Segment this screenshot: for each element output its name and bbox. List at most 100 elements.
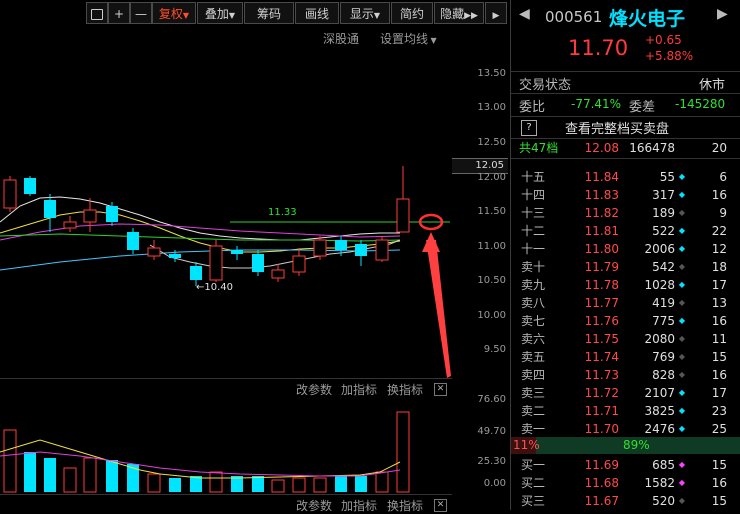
switch-indicator-link[interactable]: 换指标 [387, 381, 423, 398]
chips-button[interactable]: 筹码 [244, 2, 294, 24]
set-ma-label: 设置均线 [380, 32, 429, 46]
ratio-left-label: 11% [513, 438, 540, 452]
sell-row[interactable]: 卖十 11.79 542 ◆ 18 [511, 258, 740, 276]
level-count: 25 [711, 422, 727, 436]
draw-line-button[interactable]: 画线 [295, 2, 339, 24]
forward-icon[interactable]: ▶ [717, 6, 728, 22]
ma-line-green [0, 233, 401, 242]
level-volume: 1028 [644, 278, 675, 292]
sell-row[interactable]: 卖一 11.70 2476 ◆ 25 [511, 420, 740, 438]
level-count: 17 [711, 386, 727, 400]
level-volume: 769 [652, 350, 675, 364]
volume-tick: 49.70 [477, 426, 506, 437]
weibi-label: 委比 [519, 100, 546, 115]
diamond-icon: ◆ [678, 334, 686, 343]
set-ma-link[interactable]: 设置均线 ▼ [380, 30, 437, 47]
sell-row[interactable]: 十三 11.82 189 ◆ 9 [511, 204, 740, 222]
diamond-icon: ◆ [678, 280, 686, 289]
divider [0, 378, 452, 379]
sell-row[interactable]: 十一 11.80 2006 ◆ 12 [511, 240, 740, 258]
level-count: 22 [711, 224, 727, 238]
change-params-link-2[interactable]: 改参数 [296, 497, 332, 514]
highlight-arrow [426, 240, 451, 378]
level-count: 16 [711, 314, 727, 328]
sell-row[interactable]: 十五 11.84 55 ◆ 6 [511, 168, 740, 186]
level-volume: 2476 [644, 422, 675, 436]
price-change: +0.65 [645, 33, 682, 47]
sell-row[interactable]: 卖七 11.76 775 ◆ 16 [511, 312, 740, 330]
level-price: 11.68 [584, 476, 619, 490]
back-icon[interactable]: ◀ [519, 6, 530, 22]
level-price: 11.76 [584, 314, 619, 328]
level-price: 11.73 [584, 368, 619, 382]
zoom-out-button[interactable]: — [130, 2, 152, 24]
add-indicator-link[interactable]: 加指标 [341, 381, 377, 398]
caret-down-icon: ▼ [428, 36, 437, 45]
diamond-icon: ◆ [678, 406, 686, 415]
diamond-icon: ◆ [678, 208, 686, 217]
level-count: 16 [711, 476, 727, 490]
highlight-arrowhead [422, 232, 440, 252]
level-volume: 1582 [644, 476, 675, 490]
add-indicator-link-2[interactable]: 加指标 [341, 497, 377, 514]
diamond-icon: ◆ [678, 262, 686, 271]
sell-row[interactable]: 卖六 11.75 2080 ◆ 11 [511, 330, 740, 348]
level-volume: 2107 [644, 386, 675, 400]
close-icon[interactable]: ✕ [434, 499, 447, 512]
change-params-link[interactable]: 改参数 [296, 381, 332, 398]
level-name: 卖八 [521, 296, 546, 310]
level-price: 11.77 [584, 296, 619, 310]
level-count: 15 [711, 458, 727, 472]
hide-button[interactable]: 隐藏▶▶ [434, 2, 484, 24]
ratio-right-label: 89% [623, 438, 650, 452]
zoom-in-button[interactable]: + [108, 2, 130, 24]
level-volume: 520 [652, 494, 675, 508]
sell-row[interactable]: 十四 11.83 317 ◆ 16 [511, 186, 740, 204]
help-icon[interactable]: ? [521, 120, 537, 136]
level-name: 买一 [521, 458, 546, 472]
volume-ma-magenta [0, 451, 401, 477]
sell-row[interactable]: 卖八 11.77 419 ◆ 13 [511, 294, 740, 312]
sell-row[interactable]: 卖五 11.74 769 ◆ 15 [511, 348, 740, 366]
buy-row[interactable]: 买三 11.67 520 ◆ 15 [511, 492, 740, 510]
sell-row[interactable]: 十二 11.81 522 ◆ 22 [511, 222, 740, 240]
lock-button[interactable] [86, 2, 108, 24]
overlay-button[interactable]: 叠加▼ [197, 2, 243, 24]
caret-down-icon: ▼ [373, 11, 381, 20]
fuquan-button[interactable]: 复权▼ [152, 2, 196, 24]
expand-icon: ▶▶ [464, 11, 478, 21]
diamond-icon: ◆ [678, 244, 686, 253]
close-icon[interactable]: ✕ [434, 383, 447, 396]
level-name: 卖一 [521, 422, 546, 436]
volume-tick: 0.00 [483, 478, 506, 489]
level-volume: 828 [652, 368, 675, 382]
sell-row[interactable]: 卖九 11.78 1028 ◆ 17 [511, 276, 740, 294]
volume-bars [3, 411, 410, 493]
diamond-icon: ◆ [678, 370, 686, 379]
view-full-orderbook-link[interactable]: 查看完整档买卖盘 [565, 118, 669, 137]
buy-row[interactable]: 买二 11.68 1582 ◆ 16 [511, 474, 740, 492]
level-count: 6 [719, 170, 727, 184]
diamond-icon: ◆ [678, 172, 686, 181]
buy-row[interactable]: 买一 11.69 685 ◆ 15 [511, 456, 740, 474]
diamond-icon: ◆ [678, 388, 686, 397]
switch-indicator-link-2[interactable]: 换指标 [387, 497, 423, 514]
hk-connect-link[interactable]: 深股通 [323, 30, 359, 47]
stock-code: 000561 [545, 8, 603, 26]
level-name: 卖七 [521, 314, 546, 328]
sell-row[interactable]: 卖二 11.71 3825 ◆ 23 [511, 402, 740, 420]
summary-price: 12.08 [584, 141, 619, 155]
divider [0, 494, 452, 495]
display-button[interactable]: 显示▼ [340, 2, 390, 24]
price-tick: 10.00 [477, 310, 506, 321]
low-price-label: ←10.40 [196, 282, 234, 293]
collapse-panel-button[interactable]: ▶ [485, 2, 507, 24]
level-volume: 522 [652, 224, 675, 238]
level-count: 17 [711, 278, 727, 292]
diamond-icon: ◆ [678, 316, 686, 325]
sell-row[interactable]: 卖四 11.73 828 ◆ 16 [511, 366, 740, 384]
weicha-value: -145280 [675, 97, 726, 111]
level-price: 11.83 [584, 188, 619, 202]
simple-button[interactable]: 简约 [391, 2, 433, 24]
sell-row[interactable]: 卖三 11.72 2107 ◆ 17 [511, 384, 740, 402]
